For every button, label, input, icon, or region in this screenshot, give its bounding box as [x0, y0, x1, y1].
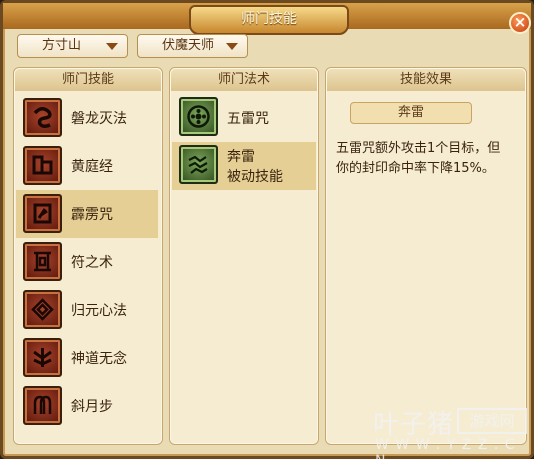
- skill-label: 磐龙灭法: [71, 111, 127, 127]
- watermark-box: 游戏网: [457, 408, 527, 434]
- scroll-icon: [23, 146, 62, 185]
- effect-description: 五雷咒额外攻击1个目标，但 你的封印命中率下降15%。: [336, 139, 526, 179]
- talisman-icon: [23, 242, 62, 281]
- watermark-main: 叶子猪: [373, 410, 455, 440]
- effect-panel: 技能效果 奔雷 五雷咒额外攻击1个目标，但 你的封印命中率下降15%。: [325, 67, 527, 445]
- storm-icon: [179, 145, 218, 184]
- effect-description-line: 五雷咒额外攻击1个目标，但: [336, 141, 501, 156]
- skill-label: 符之术: [71, 255, 113, 271]
- watermark-url: W W W . Y Z Z . C N: [375, 437, 516, 459]
- skill-item-guiyuan[interactable]: 归元心法: [16, 286, 158, 334]
- lightning-icon: [23, 194, 62, 233]
- effect-description-line: 你的封印命中率下降15%。: [336, 161, 495, 176]
- thunder-seal-icon: [179, 97, 218, 136]
- skills-panel-header: 师门技能: [15, 69, 161, 91]
- chevron-down-icon: [106, 43, 118, 50]
- skill-item-xieyue[interactable]: 斜月步: [16, 382, 158, 430]
- spell-label: 奔雷: [227, 149, 255, 165]
- effect-panel-header: 技能效果: [327, 69, 525, 91]
- spell-item-wuleizhou[interactable]: 五雷咒: [172, 94, 316, 142]
- spells-panel: 师门法术 五雷咒 奔雷 被动技能: [169, 67, 319, 445]
- skill-item-pili[interactable]: 霹雳咒: [16, 190, 158, 238]
- master-dropdown[interactable]: 伏魔天师: [137, 34, 248, 58]
- skill-item-huangting[interactable]: 黄庭经: [16, 142, 158, 190]
- effect-skill-name: 奔雷: [350, 102, 472, 124]
- skill-label: 黄庭经: [71, 159, 113, 175]
- school-dropdown[interactable]: 方寸山: [17, 34, 128, 58]
- spells-panel-header: 师门法术: [171, 69, 317, 91]
- spell-label: 五雷咒: [227, 111, 269, 127]
- school-dropdown-value: 方寸山: [42, 38, 82, 53]
- skill-item-panlong[interactable]: 磐龙灭法: [16, 94, 158, 142]
- close-button[interactable]: ×: [509, 12, 531, 34]
- skill-item-shendao[interactable]: 神道无念: [16, 334, 158, 382]
- watermark: 叶子猪 游戏网 W W W . Y Z Z . C N: [373, 404, 528, 459]
- skill-label: 归元心法: [71, 303, 127, 319]
- close-icon: ×: [513, 13, 527, 31]
- master-dropdown-value: 伏魔天师: [162, 38, 215, 53]
- chevron-down-icon: [226, 43, 238, 50]
- window-title: 师门技能: [189, 5, 349, 35]
- skill-item-fuzhi[interactable]: 符之术: [16, 238, 158, 286]
- skills-panel: 师门技能 磐龙灭法 黄庭经 霹雳咒 符之术 归元心法 神道无念 斜月步: [13, 67, 163, 445]
- skill-label: 神道无念: [71, 351, 127, 367]
- skill-label: 斜月步: [71, 399, 113, 415]
- moon-step-icon: [23, 386, 62, 425]
- skill-label: 霹雳咒: [71, 207, 113, 223]
- spell-item-benlei[interactable]: 奔雷 被动技能: [172, 142, 316, 190]
- spell-sublabel: 被动技能: [227, 169, 283, 185]
- skill-window: 师门技能 × 方寸山 伏魔天师 师门技能 磐龙灭法 黄庭经 霹雳咒 符之术 归元…: [0, 0, 534, 459]
- spirit-icon: [23, 338, 62, 377]
- heart-icon: [23, 290, 62, 329]
- dragon-icon: [23, 98, 62, 137]
